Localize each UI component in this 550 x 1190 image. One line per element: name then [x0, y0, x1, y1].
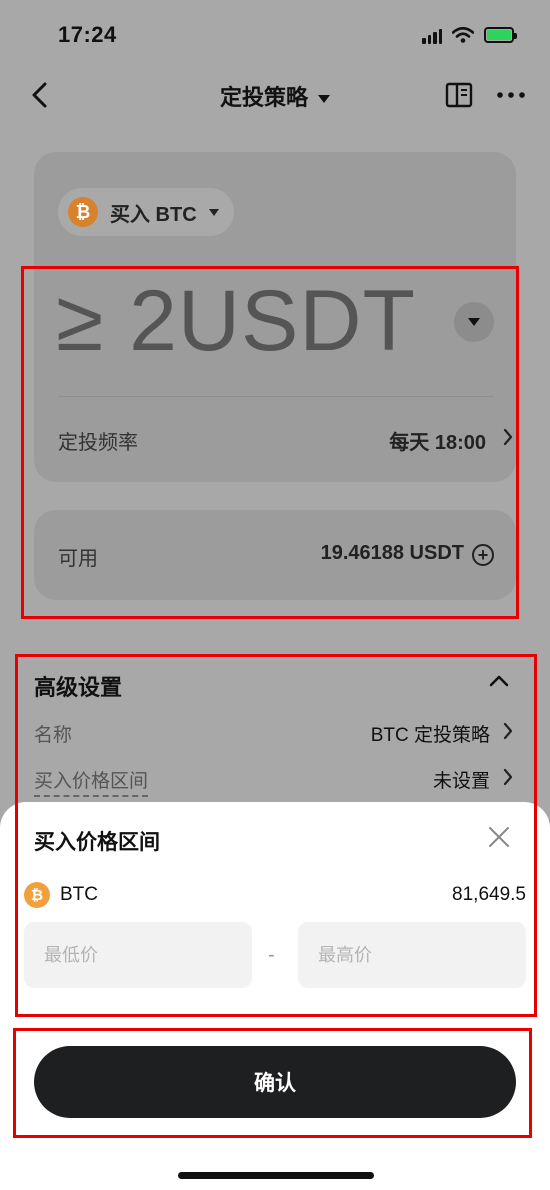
status-icons: [422, 26, 517, 44]
signal-icon: [422, 26, 442, 44]
status-time: 17:24: [58, 22, 117, 47]
highlight-box: [15, 654, 537, 1017]
highlight-box: [13, 1028, 532, 1138]
more-icon[interactable]: [496, 82, 526, 108]
asset-selector[interactable]: ₿ 买入 BTC: [58, 188, 234, 236]
home-indicator: [178, 1172, 374, 1179]
battery-icon: [484, 27, 517, 43]
chevron-down-icon: [208, 208, 219, 216]
highlight-box: [21, 266, 519, 619]
wifi-icon: [452, 27, 474, 43]
asset-label: 买入 BTC: [110, 203, 197, 226]
btc-icon: ₿: [68, 197, 98, 227]
chevron-down-icon: [318, 95, 330, 104]
book-icon[interactable]: [444, 80, 474, 110]
